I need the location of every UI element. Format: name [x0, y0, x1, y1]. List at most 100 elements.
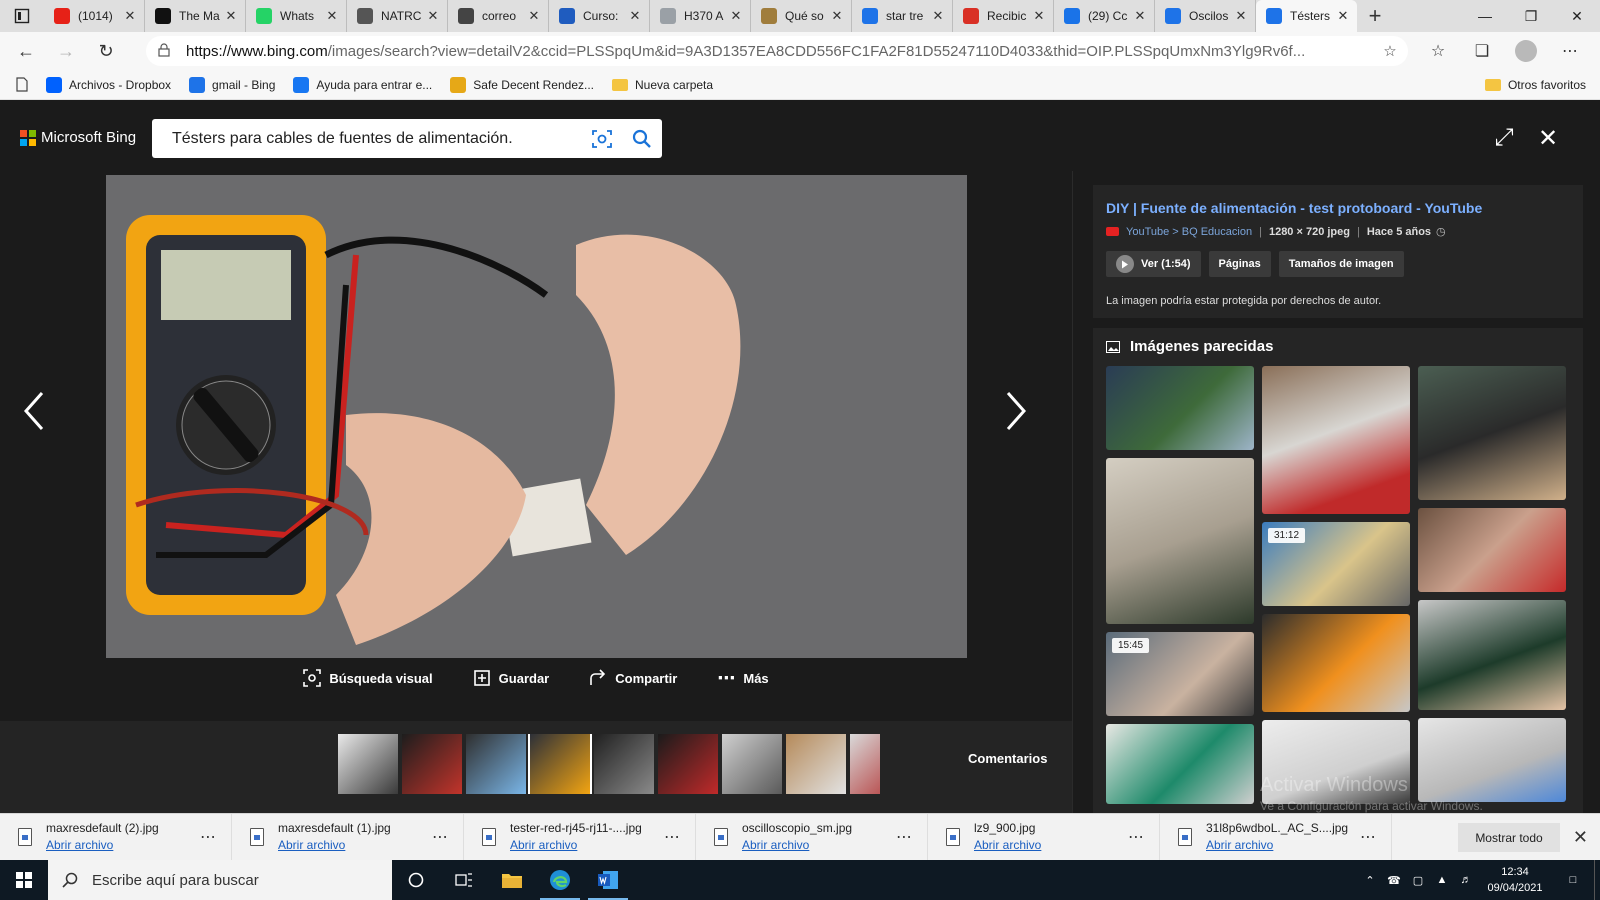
open-file-link[interactable]: Abrir archivo	[278, 837, 391, 854]
download-item[interactable]: 31l8p6wdboL._AC_S....jpg Abrir archivo ⋯	[1160, 813, 1392, 861]
close-window-button[interactable]: ✕	[1554, 0, 1600, 32]
filmstrip-thumbnail[interactable]	[850, 734, 880, 794]
notifications-icon[interactable]: □	[1552, 874, 1594, 886]
close-tab-icon[interactable]: ✕	[1233, 8, 1249, 24]
open-file-link[interactable]: Abrir archivo	[974, 837, 1041, 854]
address-bar[interactable]: https://www.bing.com/images/search?view=…	[146, 36, 1408, 66]
wifi-icon[interactable]: ▲	[1430, 874, 1454, 886]
source-breadcrumb[interactable]: YouTube > BQ Educacion	[1126, 226, 1252, 238]
close-tab-icon[interactable]: ✕	[728, 8, 744, 24]
other-favorites[interactable]: Otros favoritos	[1484, 70, 1586, 100]
close-tab-icon[interactable]: ✕	[425, 8, 441, 24]
filmstrip-thumbnail[interactable]	[658, 734, 718, 794]
add-favorite-icon[interactable]: ☆	[1372, 42, 1408, 60]
similar-image[interactable]	[1262, 614, 1410, 712]
download-options-icon[interactable]: ⋯	[896, 827, 913, 847]
cortana-button[interactable]	[392, 860, 440, 900]
chevron-up-icon[interactable]: ⌃	[1358, 874, 1382, 887]
download-item[interactable]: maxresdefault (1).jpg Abrir archivo ⋯	[232, 813, 464, 861]
search-input[interactable]: Tésters para cables de fuentes de alimen…	[172, 130, 582, 148]
download-options-icon[interactable]: ⋯	[664, 827, 681, 847]
open-file-link[interactable]: Abrir archivo	[46, 837, 159, 854]
close-tab-icon[interactable]: ✕	[122, 8, 138, 24]
download-item[interactable]: maxresdefault (2).jpg Abrir archivo ⋯	[0, 813, 232, 861]
similar-image[interactable]	[1106, 724, 1254, 804]
browser-tab[interactable]: star tre ✕	[852, 0, 953, 32]
browser-tab[interactable]: Curso: ✕	[549, 0, 650, 32]
close-tab-icon[interactable]: ✕	[1132, 8, 1148, 24]
close-tab-icon[interactable]: ✕	[324, 8, 340, 24]
share-button[interactable]: Compartir	[589, 669, 677, 687]
browser-tab[interactable]: (1014) ✕	[44, 0, 145, 32]
bookmark-item[interactable]: Ayuda para entrar e...	[293, 76, 432, 93]
similar-image[interactable]	[1418, 718, 1566, 802]
bookmark-item[interactable]: gmail - Bing	[189, 76, 275, 93]
download-item[interactable]: lz9_900.jpg Abrir archivo ⋯	[928, 813, 1160, 861]
filmstrip-thumbnail[interactable]	[722, 734, 782, 794]
browser-tab[interactable]: The Ma ✕	[145, 0, 246, 32]
settings-menu-button[interactable]: ⋯	[1548, 32, 1592, 70]
browser-tab[interactable]: Recibic ✕	[953, 0, 1054, 32]
favorites-button[interactable]: ☆	[1416, 32, 1460, 70]
show-desktop-button[interactable]	[1594, 860, 1600, 900]
forward-button[interactable]: →	[46, 32, 86, 70]
display-icon[interactable]: ▢	[1406, 874, 1430, 887]
open-file-link[interactable]: Abrir archivo	[510, 837, 642, 854]
close-viewer-button[interactable]: ✕	[1526, 123, 1570, 153]
filmstrip-thumbnail[interactable]	[466, 734, 526, 794]
expand-button[interactable]: ⤢	[1482, 123, 1526, 153]
browser-tab[interactable]: Whats ✕	[246, 0, 347, 32]
meet-now-icon[interactable]: ☎	[1382, 874, 1406, 887]
bookmark-item[interactable]: Nueva carpeta	[612, 78, 713, 92]
search-icon[interactable]	[622, 119, 662, 158]
bing-logo[interactable]: Microsoft Bing	[20, 129, 136, 146]
bookmark-item[interactable]: Archivos - Dropbox	[46, 76, 171, 93]
similar-image[interactable]	[1418, 508, 1566, 592]
maximize-button[interactable]: ❐	[1508, 0, 1554, 32]
similar-image[interactable]	[1262, 366, 1410, 514]
close-downloads-button[interactable]: ✕	[1573, 827, 1588, 848]
file-explorer-button[interactable]	[488, 860, 536, 900]
bookmark-item[interactable]: Safe Decent Rendez...	[450, 76, 594, 93]
back-button[interactable]: ←	[6, 32, 46, 70]
browser-tab[interactable]: (29) Cc ✕	[1054, 0, 1155, 32]
filmstrip-thumbnail[interactable]	[528, 734, 592, 794]
bookmark-page-icon[interactable]	[16, 77, 28, 92]
volume-icon[interactable]: ♬	[1454, 874, 1478, 886]
new-tab-button[interactable]: +	[1357, 0, 1393, 32]
similar-image[interactable]: 15:45	[1106, 632, 1254, 716]
filmstrip-thumbnail[interactable]	[338, 734, 398, 794]
browser-tab[interactable]: NATRC ✕	[347, 0, 448, 32]
download-options-icon[interactable]: ⋯	[200, 827, 217, 847]
task-view-button[interactable]	[440, 860, 488, 900]
main-image[interactable]	[106, 175, 967, 658]
close-tab-icon[interactable]: ✕	[223, 8, 239, 24]
download-options-icon[interactable]: ⋯	[432, 827, 449, 847]
download-options-icon[interactable]: ⋯	[1360, 827, 1377, 847]
collections-button[interactable]: ❏	[1460, 32, 1504, 70]
next-image-button[interactable]	[996, 381, 1036, 441]
search-box[interactable]: Tésters para cables de fuentes de alimen…	[152, 119, 662, 158]
download-item[interactable]: tester-red-rj45-rj11-....jpg Abrir archiv…	[464, 813, 696, 861]
close-tab-icon[interactable]: ✕	[526, 8, 542, 24]
close-tab-icon[interactable]: ✕	[930, 8, 946, 24]
image-sizes-button[interactable]: Tamaños de imagen	[1278, 251, 1404, 277]
filmstrip-thumbnail[interactable]	[594, 734, 654, 794]
close-tab-icon[interactable]: ✕	[1335, 8, 1351, 24]
browser-tab[interactable]: Qué so ✕	[751, 0, 852, 32]
tab-actions-button[interactable]	[0, 0, 44, 32]
start-button[interactable]	[0, 860, 48, 900]
edge-browser-button[interactable]	[536, 860, 584, 900]
taskbar-search[interactable]: Escribe aquí para buscar	[48, 860, 392, 900]
previous-image-button[interactable]	[14, 381, 54, 441]
refresh-button[interactable]: ↻	[86, 32, 126, 70]
close-tab-icon[interactable]: ✕	[829, 8, 845, 24]
minimize-button[interactable]: —	[1462, 0, 1508, 32]
similar-image[interactable]	[1106, 366, 1254, 450]
watch-video-button[interactable]: Ver (1:54)	[1106, 251, 1201, 277]
visual-search-button[interactable]: Búsqueda visual	[303, 669, 433, 687]
browser-tab[interactable]: Tésters ✕	[1256, 0, 1357, 32]
more-button[interactable]: ⋯ Más	[717, 668, 768, 689]
open-file-link[interactable]: Abrir archivo	[742, 837, 852, 854]
profile-button[interactable]	[1504, 32, 1548, 70]
